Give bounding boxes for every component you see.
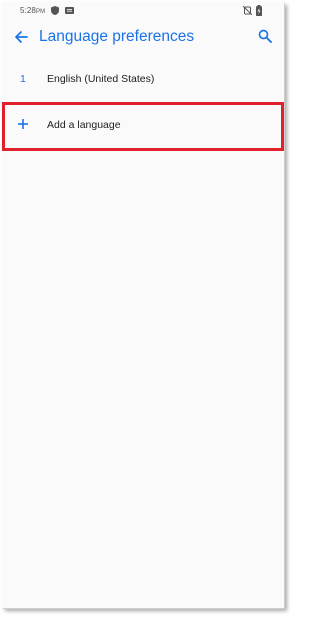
language-number: 1: [20, 73, 26, 85]
add-language-button[interactable]: Add a language: [2, 102, 284, 151]
language-list-item[interactable]: 1 English (United States): [2, 60, 284, 98]
status-time: 5:28PM: [20, 6, 45, 15]
plus-icon: [18, 119, 28, 129]
shield-icon: [51, 6, 59, 15]
status-time-value: 5:28: [20, 6, 36, 15]
arrow-left-icon[interactable]: [13, 29, 29, 45]
no-alarm-icon: [243, 6, 252, 15]
message-icon: [65, 7, 74, 14]
page-title: Language preferences: [39, 28, 195, 45]
battery-icon: [256, 5, 262, 16]
search-icon[interactable]: [258, 29, 272, 43]
add-language-label: Add a language: [47, 119, 121, 131]
language-name: English (United States): [47, 73, 155, 85]
status-ampm: PM: [35, 9, 46, 15]
status-bar: 5:28PM: [2, 2, 284, 20]
phone-screen: 5:28PM Language preferences 1 English (U…: [2, 2, 284, 608]
app-bar: Language preferences: [2, 20, 284, 56]
